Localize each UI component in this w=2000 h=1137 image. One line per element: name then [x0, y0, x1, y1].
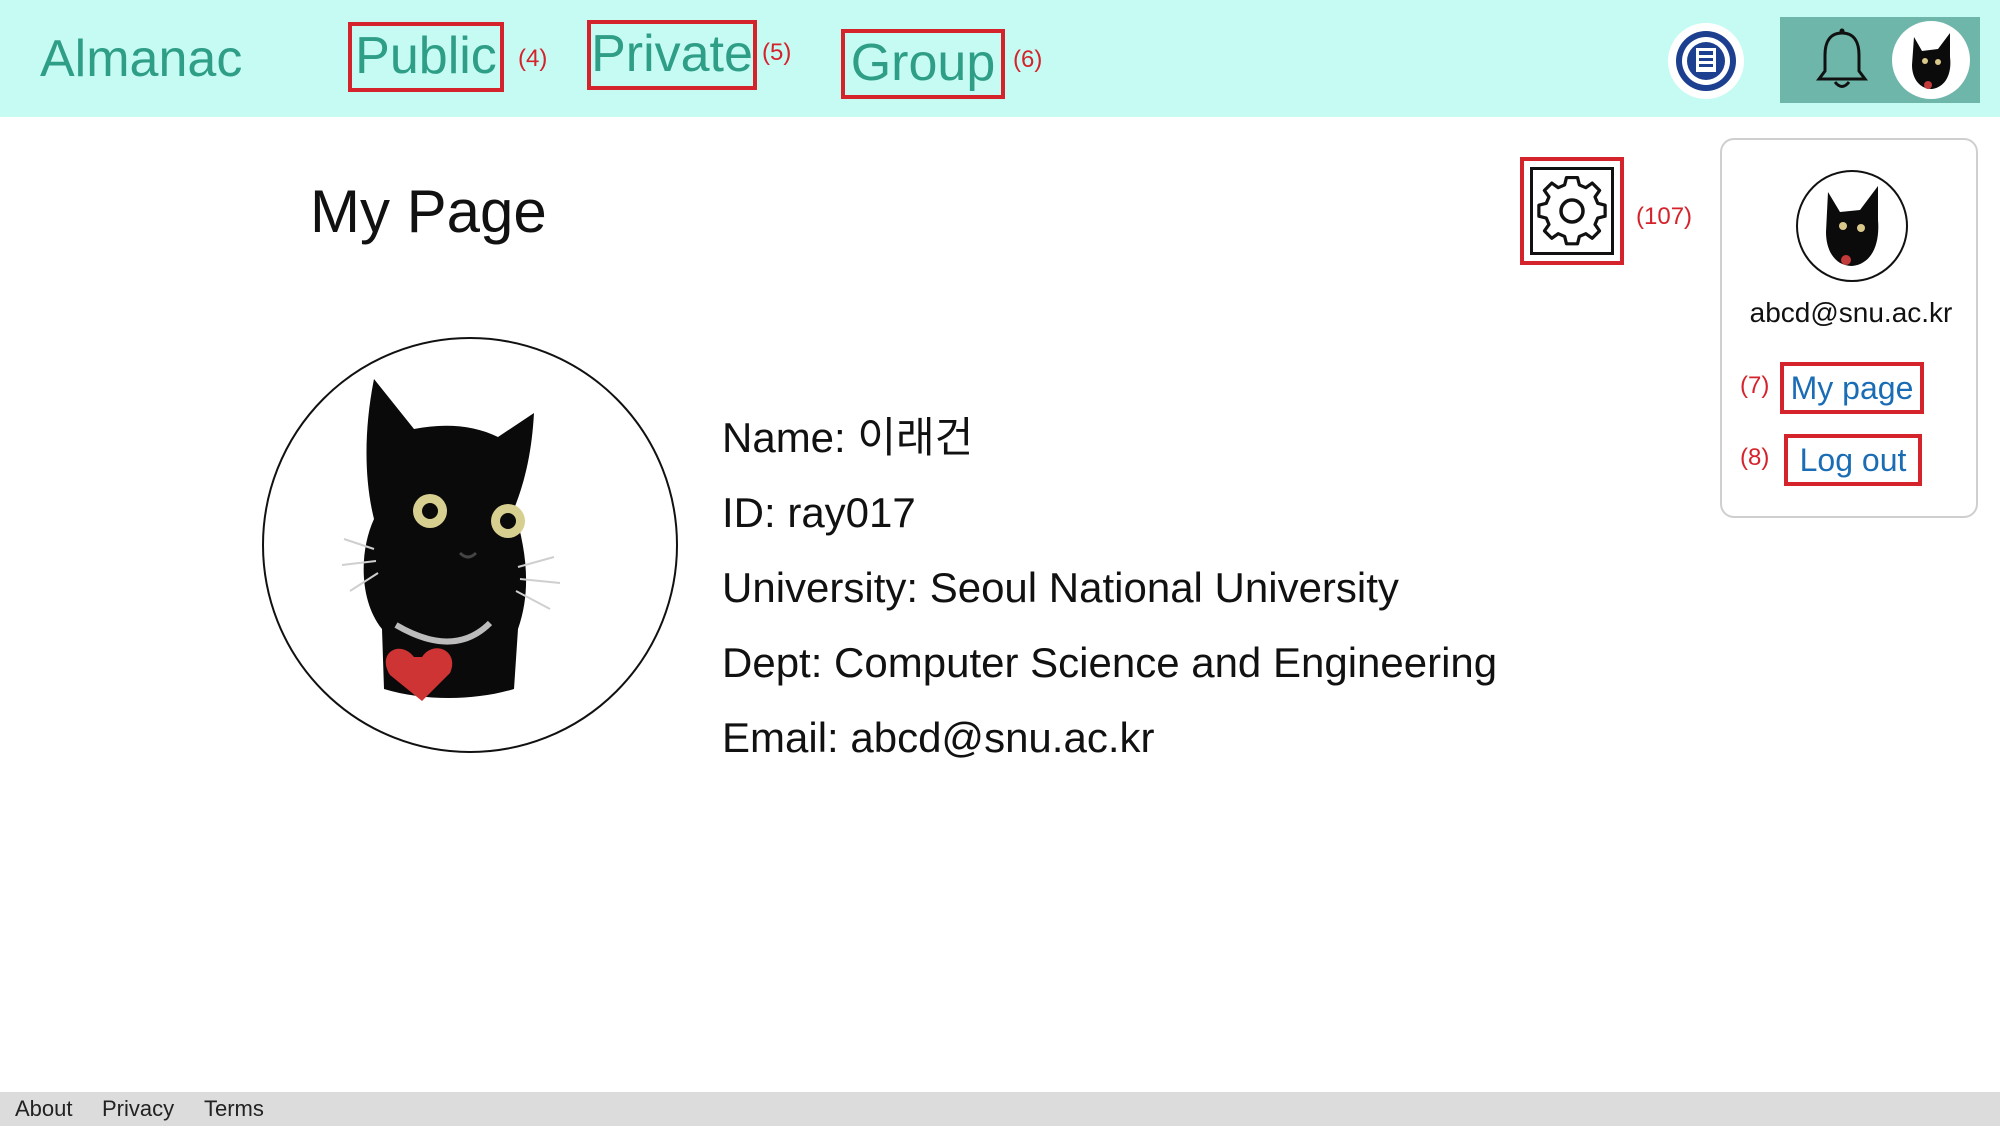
user-dropdown-menu: abcd@snu.ac.kr (7) My page (8) Log out	[1720, 138, 1978, 518]
profile-email: Email: abcd@snu.ac.kr	[722, 714, 1155, 761]
settings-button[interactable]	[1520, 157, 1624, 265]
dropdown-avatar	[1796, 170, 1908, 282]
profile-info: Name: 이래건 ID: ray017 University: Seoul N…	[722, 408, 1497, 783]
nav-private-tag: (5)	[762, 39, 792, 66]
footer-privacy-link[interactable]: Privacy	[102, 1092, 174, 1126]
user-avatar-button[interactable]	[1892, 21, 1970, 99]
profile-university: University: Seoul National University	[722, 564, 1399, 611]
brand-title[interactable]: Almanac	[40, 28, 242, 90]
dropdown-email: abcd@snu.ac.kr	[1749, 297, 1953, 328]
nav-public-link[interactable]: Public	[348, 22, 504, 92]
footer-terms-link[interactable]: Terms	[204, 1092, 264, 1126]
footer-bar: About Privacy Terms	[0, 1092, 2000, 1126]
header-user-area	[1780, 17, 1980, 103]
nav-public-tag: (4)	[518, 45, 548, 72]
gear-icon	[1530, 167, 1614, 255]
profile-avatar	[262, 337, 678, 753]
nav-group-tag: (6)	[1013, 46, 1043, 73]
dropdown-mypage-tag: (7)	[1740, 372, 1770, 399]
footer-about-link[interactable]: About	[15, 1092, 73, 1126]
top-navbar: Almanac Public (4) Private (5) Group (6)	[0, 0, 2000, 117]
settings-tag: (107)	[1636, 203, 1693, 230]
nav-private-link[interactable]: Private	[587, 20, 757, 90]
dropdown-mypage-link[interactable]: My page	[1780, 362, 1924, 414]
dropdown-logout-link[interactable]: Log out	[1784, 434, 1922, 486]
bell-icon[interactable]	[1814, 27, 1870, 93]
profile-id: ID: ray017	[722, 489, 916, 536]
profile-dept: Dept: Computer Science and Engineering	[722, 639, 1498, 686]
profile-name: Name: 이래건	[722, 414, 974, 461]
dropdown-logout-tag: (8)	[1740, 444, 1770, 471]
page-title: My Page	[310, 178, 547, 245]
nav-group-link[interactable]: Group	[841, 29, 1005, 99]
university-logo-icon[interactable]	[1668, 23, 1744, 99]
